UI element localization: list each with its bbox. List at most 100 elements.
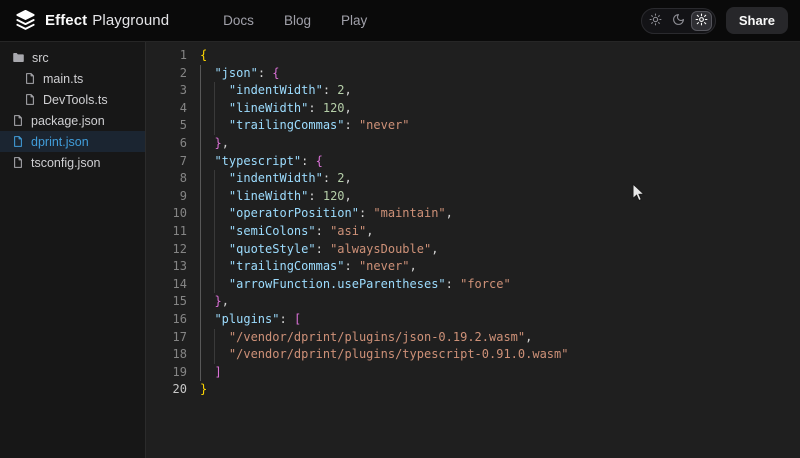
indent-guide bbox=[200, 311, 201, 329]
line-number: 6 bbox=[146, 135, 187, 153]
line-number: 9 bbox=[146, 188, 187, 206]
line-number: 18 bbox=[146, 346, 187, 364]
indent-guide bbox=[200, 135, 201, 153]
file-icon bbox=[24, 93, 36, 106]
indent-guide bbox=[200, 117, 201, 135]
code-line-14[interactable]: 14 "arrowFunction.useParentheses": "forc… bbox=[146, 276, 800, 294]
indent-guide bbox=[200, 276, 201, 294]
top-bar: EffectPlayground Docs Blog Play bbox=[0, 0, 800, 42]
line-number: 11 bbox=[146, 223, 187, 241]
file-name: DevTools.ts bbox=[43, 93, 108, 107]
indent-guide bbox=[200, 205, 201, 223]
code-editor[interactable]: 1{2 "json": {3 "indentWidth": 2,4 "lineW… bbox=[146, 42, 800, 458]
code-line-12[interactable]: 12 "quoteStyle": "alwaysDouble", bbox=[146, 241, 800, 259]
file-name: package.json bbox=[31, 114, 105, 128]
indent-guide bbox=[200, 346, 201, 364]
indent-guide bbox=[214, 170, 215, 188]
brand-link[interactable]: EffectPlayground bbox=[14, 9, 169, 32]
code-line-20[interactable]: 20} bbox=[146, 381, 800, 399]
indent-guide bbox=[200, 100, 201, 118]
line-number: 3 bbox=[146, 82, 187, 100]
file-name: tsconfig.json bbox=[31, 156, 100, 170]
theme-toggle bbox=[641, 8, 716, 34]
code-line-13[interactable]: 13 "trailingCommas": "never", bbox=[146, 258, 800, 276]
theme-system-button[interactable] bbox=[691, 11, 712, 31]
code-line-7[interactable]: 7 "typescript": { bbox=[146, 153, 800, 171]
line-number: 15 bbox=[146, 293, 187, 311]
indent-guide bbox=[200, 170, 201, 188]
code-line-8[interactable]: 8 "indentWidth": 2, bbox=[146, 170, 800, 188]
line-number: 14 bbox=[146, 276, 187, 294]
line-number: 19 bbox=[146, 364, 187, 382]
theme-light-button[interactable] bbox=[645, 11, 666, 31]
indent-guide bbox=[214, 276, 215, 294]
indent-guide bbox=[214, 258, 215, 276]
nav-link-play[interactable]: Play bbox=[341, 13, 367, 28]
code-line-6[interactable]: 6 }, bbox=[146, 135, 800, 153]
line-number: 12 bbox=[146, 241, 187, 259]
indent-guide bbox=[200, 65, 201, 83]
line-number: 4 bbox=[146, 100, 187, 118]
code-line-10[interactable]: 10 "operatorPosition": "maintain", bbox=[146, 205, 800, 223]
sidebar-item-package-json[interactable]: package.json bbox=[0, 110, 145, 131]
indent-guide bbox=[200, 329, 201, 347]
indent-guide bbox=[200, 82, 201, 100]
line-number: 20 bbox=[146, 381, 187, 399]
code-line-18[interactable]: 18 "/vendor/dprint/plugins/typescript-0.… bbox=[146, 346, 800, 364]
line-number: 8 bbox=[146, 170, 187, 188]
folder-icon bbox=[12, 51, 25, 64]
indent-guide bbox=[214, 188, 215, 206]
line-number: 2 bbox=[146, 65, 187, 83]
sun-icon bbox=[649, 13, 662, 29]
line-number: 10 bbox=[146, 205, 187, 223]
indent-guide bbox=[214, 117, 215, 135]
theme-dark-button[interactable] bbox=[668, 11, 689, 31]
effect-logo-icon bbox=[14, 9, 37, 32]
indent-guide bbox=[200, 153, 201, 171]
indent-guide bbox=[200, 241, 201, 259]
code-line-1[interactable]: 1{ bbox=[146, 47, 800, 65]
file-icon bbox=[12, 135, 24, 148]
line-number: 17 bbox=[146, 329, 187, 347]
code-line-11[interactable]: 11 "semiColons": "asi", bbox=[146, 223, 800, 241]
file-name: main.ts bbox=[43, 72, 83, 86]
indent-guide bbox=[200, 258, 201, 276]
sidebar-item-DevTools-ts[interactable]: DevTools.ts bbox=[0, 89, 145, 110]
share-button[interactable]: Share bbox=[726, 7, 788, 34]
code-line-9[interactable]: 9 "lineWidth": 120, bbox=[146, 188, 800, 206]
nav-link-docs[interactable]: Docs bbox=[223, 13, 254, 28]
indent-guide bbox=[214, 329, 215, 347]
line-number: 13 bbox=[146, 258, 187, 276]
app-title: EffectPlayground bbox=[45, 12, 169, 29]
code-line-17[interactable]: 17 "/vendor/dprint/plugins/json-0.19.2.w… bbox=[146, 329, 800, 347]
file-icon bbox=[24, 72, 36, 85]
indent-guide bbox=[214, 223, 215, 241]
indent-guide bbox=[214, 100, 215, 118]
file-name: dprint.json bbox=[31, 135, 89, 149]
indent-guide bbox=[214, 205, 215, 223]
indent-guide bbox=[200, 364, 201, 382]
code-line-4[interactable]: 4 "lineWidth": 120, bbox=[146, 100, 800, 118]
line-number: 1 bbox=[146, 47, 187, 65]
main-nav: Docs Blog Play bbox=[223, 13, 367, 28]
sidebar-item-dprint-json[interactable]: dprint.json bbox=[0, 131, 145, 152]
nav-link-blog[interactable]: Blog bbox=[284, 13, 311, 28]
code-line-15[interactable]: 15 }, bbox=[146, 293, 800, 311]
code-line-2[interactable]: 2 "json": { bbox=[146, 65, 800, 83]
code-line-16[interactable]: 16 "plugins": [ bbox=[146, 311, 800, 329]
sidebar-item-main-ts[interactable]: main.ts bbox=[0, 68, 145, 89]
line-number: 7 bbox=[146, 153, 187, 171]
file-explorer: src main.ts DevTools.ts package.json dprint.… bbox=[0, 42, 146, 458]
line-number: 16 bbox=[146, 311, 187, 329]
gear-icon bbox=[695, 13, 708, 29]
indent-guide bbox=[200, 223, 201, 241]
code-line-3[interactable]: 3 "indentWidth": 2, bbox=[146, 82, 800, 100]
file-icon bbox=[12, 114, 24, 127]
indent-guide bbox=[200, 188, 201, 206]
code-line-19[interactable]: 19 ] bbox=[146, 364, 800, 382]
indent-guide bbox=[214, 82, 215, 100]
sidebar-item-src[interactable]: src bbox=[0, 47, 145, 68]
line-number: 5 bbox=[146, 117, 187, 135]
sidebar-item-tsconfig-json[interactable]: tsconfig.json bbox=[0, 152, 145, 173]
code-line-5[interactable]: 5 "trailingCommas": "never" bbox=[146, 117, 800, 135]
